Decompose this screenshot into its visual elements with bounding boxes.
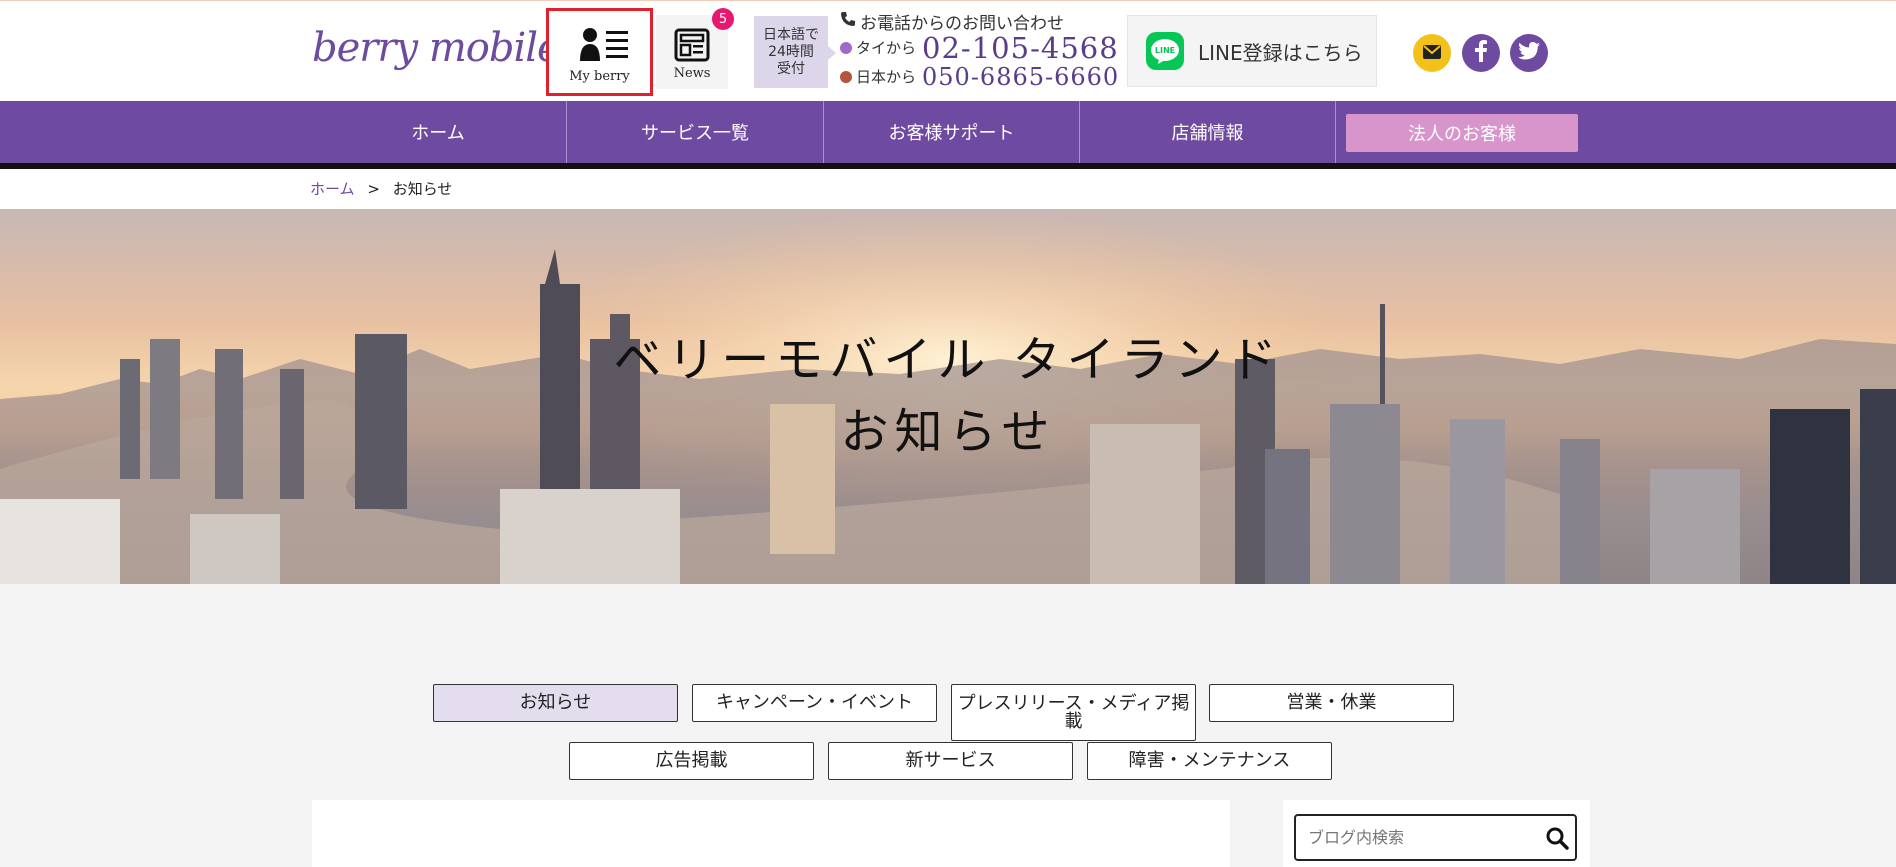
newspaper-icon xyxy=(674,28,710,66)
phone-icon xyxy=(840,11,856,32)
tab-new-service[interactable]: 新サービス xyxy=(828,742,1073,780)
breadcrumb-home[interactable]: ホーム xyxy=(310,180,355,198)
line-icon: LINE xyxy=(1146,32,1184,70)
nav-home[interactable]: ホーム xyxy=(310,101,566,163)
news-count-badge: 5 xyxy=(712,8,734,30)
news-label: News xyxy=(673,66,711,81)
line-register-label: LINE登録はこちら xyxy=(1198,40,1363,65)
jp-support-line: 受付 xyxy=(777,60,805,77)
japan-label: 日本から xyxy=(856,68,917,86)
mail-button[interactable] xyxy=(1413,34,1451,72)
breadcrumb-current: お知らせ xyxy=(392,180,453,198)
facebook-button[interactable] xyxy=(1462,34,1500,72)
tab-maintenance[interactable]: 障害・メンテナンス xyxy=(1087,742,1332,780)
jp-box-arrow xyxy=(828,46,836,60)
tab-advertising[interactable]: 広告掲載 xyxy=(569,742,814,780)
thai-phone-number[interactable]: 02-105-4568 xyxy=(922,31,1119,65)
hero-title-line2: お知らせ xyxy=(840,404,1056,460)
phone-contact: お電話からのお問い合わせ タイから 02-105-4568 日本から 050-6… xyxy=(840,9,1119,91)
japan-phone-row: 日本から 050-6865-6660 xyxy=(840,62,1119,91)
tab-news[interactable]: お知らせ xyxy=(433,684,678,722)
site-header: berry mobile My berry News 5 日本語で 24時間 受… xyxy=(0,0,1896,101)
jp-support-line: 24時間 xyxy=(768,43,814,60)
hero-title: ベリーモバイル タイランド お知らせ xyxy=(0,324,1896,468)
japanese-support-box: 日本語で 24時間 受付 xyxy=(754,16,828,88)
nav-support[interactable]: お客様サポート xyxy=(824,101,1079,163)
my-berry-button[interactable]: My berry xyxy=(546,8,653,96)
breadcrumb-separator: > xyxy=(367,180,380,198)
twitter-button[interactable] xyxy=(1510,34,1548,72)
nav-stores[interactable]: 店舗情報 xyxy=(1080,101,1335,163)
japan-phone-number[interactable]: 050-6865-6660 xyxy=(922,63,1119,91)
nav-services[interactable]: サービス一覧 xyxy=(567,101,823,163)
search-icon[interactable] xyxy=(1545,826,1569,854)
twitter-icon xyxy=(1518,42,1540,64)
main-nav: ホーム サービス一覧 お客様サポート 店舗情報 法人のお客様 xyxy=(0,101,1896,163)
jp-support-line: 日本語で xyxy=(763,26,819,43)
thai-dot xyxy=(840,41,852,54)
tab-press[interactable]: プレスリリース・メディア掲載 xyxy=(951,684,1196,741)
site-logo[interactable]: berry mobile xyxy=(312,25,561,71)
hero-title-line1: ベリーモバイル タイランド xyxy=(613,332,1283,388)
user-list-icon xyxy=(580,27,636,65)
article-card xyxy=(312,800,1230,867)
corporate-button[interactable]: 法人のお客様 xyxy=(1346,114,1578,152)
tab-business-hours[interactable]: 営業・休業 xyxy=(1209,684,1454,722)
my-berry-label: My berry xyxy=(569,69,630,84)
facebook-icon xyxy=(1474,40,1488,66)
mail-icon xyxy=(1423,44,1441,63)
japan-dot xyxy=(840,70,852,83)
thai-label: タイから xyxy=(856,39,917,57)
nav-divider xyxy=(1335,101,1336,163)
line-register-button[interactable]: LINE LINE登録はこちら xyxy=(1127,15,1377,87)
blog-search-input[interactable] xyxy=(1294,814,1577,861)
line-icon-text: LINE xyxy=(1155,46,1175,55)
tab-campaign[interactable]: キャンペーン・イベント xyxy=(692,684,937,722)
hero-banner: ベリーモバイル タイランド お知らせ xyxy=(0,209,1896,584)
breadcrumb: ホーム > お知らせ xyxy=(0,169,1896,209)
thai-phone-row: タイから 02-105-4568 xyxy=(840,31,1119,65)
